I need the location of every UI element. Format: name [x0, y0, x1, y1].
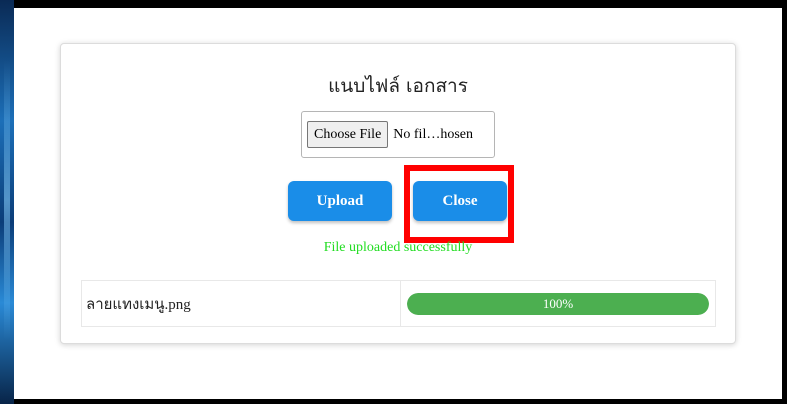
progress-label: 100%: [542, 295, 574, 311]
upload-button[interactable]: Upload: [288, 181, 392, 221]
file-name: ลายแทงเมนู.png: [82, 281, 401, 326]
desktop-background-strip: [0, 0, 14, 404]
progress-bar-fill: 100%: [407, 292, 709, 315]
close-button[interactable]: Close: [413, 181, 507, 221]
progress-bar: 100%: [407, 292, 709, 315]
upload-dialog: แนบไฟล์ เอกสาร Choose File No fil…hosen …: [60, 43, 736, 344]
choose-file-button[interactable]: Choose File: [307, 121, 389, 148]
progress-cell: 100%: [401, 281, 715, 326]
table-row: ลายแทงเมนู.png 100%: [81, 280, 716, 327]
dialog-title: แนบไฟล์ เอกสาร: [328, 75, 468, 97]
file-input-status: No fil…hosen: [393, 126, 473, 142]
upload-status-message: File uploaded successfully: [323, 240, 473, 255]
file-input[interactable]: Choose File No fil…hosen: [301, 111, 495, 158]
page-viewport: แนบไฟล์ เอกสาร Choose File No fil…hosen …: [14, 8, 782, 399]
